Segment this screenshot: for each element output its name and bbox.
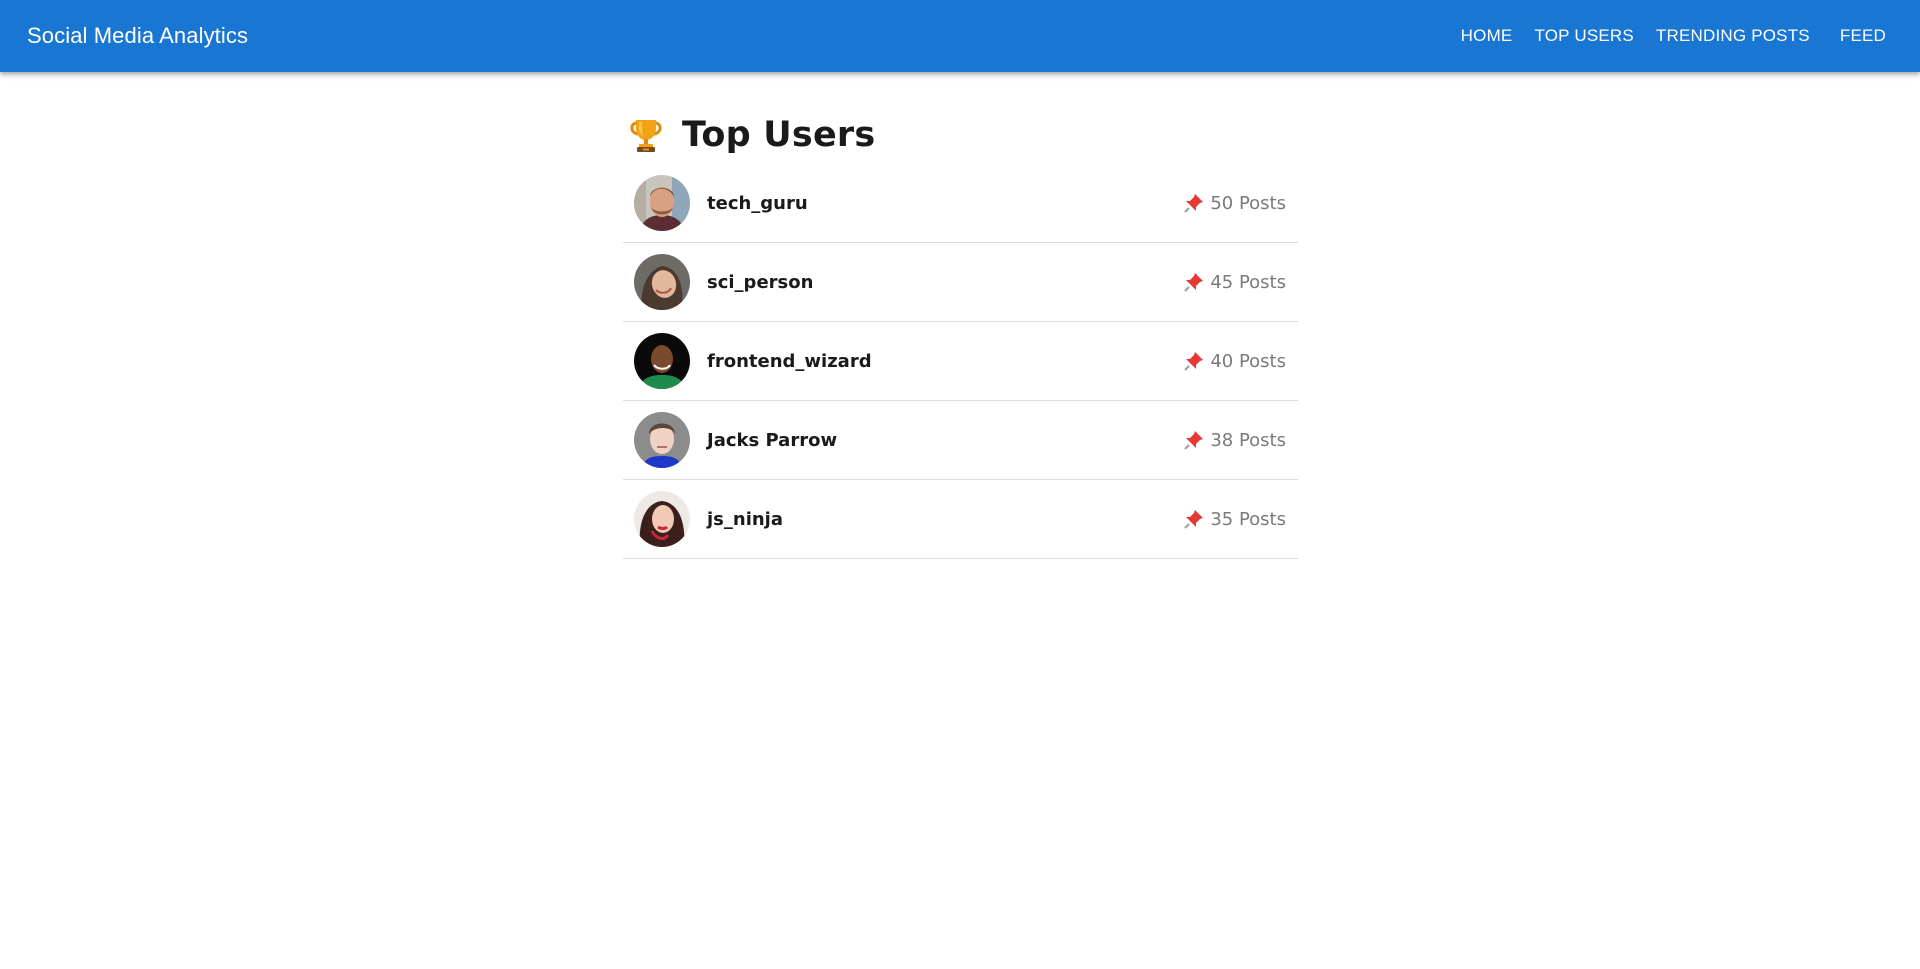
- top-nav: HOME TOP USERS TRENDING POSTS FEED: [1452, 18, 1895, 54]
- post-count: 50 Posts: [1184, 193, 1286, 214]
- nav-feed[interactable]: FEED: [1831, 18, 1895, 54]
- avatar: [634, 491, 690, 547]
- pushpin-icon: [1184, 351, 1204, 371]
- trophy-icon: [629, 117, 663, 153]
- post-count: 35 Posts: [1184, 509, 1286, 530]
- list-item[interactable]: Jacks Parrow 38 Posts: [623, 401, 1298, 480]
- post-count-label: 40 Posts: [1210, 350, 1286, 372]
- nav-home[interactable]: HOME: [1452, 18, 1522, 54]
- avatar: [634, 412, 690, 468]
- user-name: frontend_wizard: [707, 350, 872, 372]
- post-count-label: 50 Posts: [1210, 192, 1286, 214]
- nav-trending-posts[interactable]: TRENDING POSTS: [1647, 18, 1819, 54]
- pushpin-icon: [1184, 430, 1204, 450]
- list-item[interactable]: sci_person 45 Posts: [623, 243, 1298, 322]
- post-count: 38 Posts: [1184, 430, 1286, 451]
- list-item[interactable]: tech_guru 50 Posts: [623, 164, 1298, 243]
- user-name: Jacks Parrow: [707, 429, 838, 451]
- post-count-label: 45 Posts: [1210, 271, 1286, 293]
- user-name: tech_guru: [707, 192, 808, 214]
- top-users-list: tech_guru 50 Posts sci_person 45 Posts f…: [623, 164, 1298, 559]
- list-item[interactable]: js_ninja 35 Posts: [623, 480, 1298, 559]
- user-name: js_ninja: [707, 508, 783, 530]
- pushpin-icon: [1184, 272, 1204, 292]
- post-count: 40 Posts: [1184, 351, 1286, 372]
- list-item[interactable]: frontend_wizard 40 Posts: [623, 322, 1298, 401]
- nav-top-users[interactable]: TOP USERS: [1525, 18, 1642, 54]
- post-count-label: 38 Posts: [1210, 429, 1286, 451]
- avatar: [634, 333, 690, 389]
- post-count: 45 Posts: [1184, 272, 1286, 293]
- app-title: Social Media Analytics: [27, 23, 249, 48]
- app-bar: Social Media Analytics HOME TOP USERS TR…: [0, 0, 1920, 72]
- pushpin-icon: [1184, 193, 1204, 213]
- avatar: [634, 175, 690, 231]
- avatar: [634, 254, 690, 310]
- page-heading: Top Users: [629, 110, 1298, 160]
- main-content: Top Users tech_guru 50 Posts sci_person …: [623, 72, 1298, 559]
- page-title: Top Users: [682, 115, 876, 155]
- post-count-label: 35 Posts: [1210, 508, 1286, 530]
- user-name: sci_person: [707, 271, 814, 293]
- pushpin-icon: [1184, 509, 1204, 529]
